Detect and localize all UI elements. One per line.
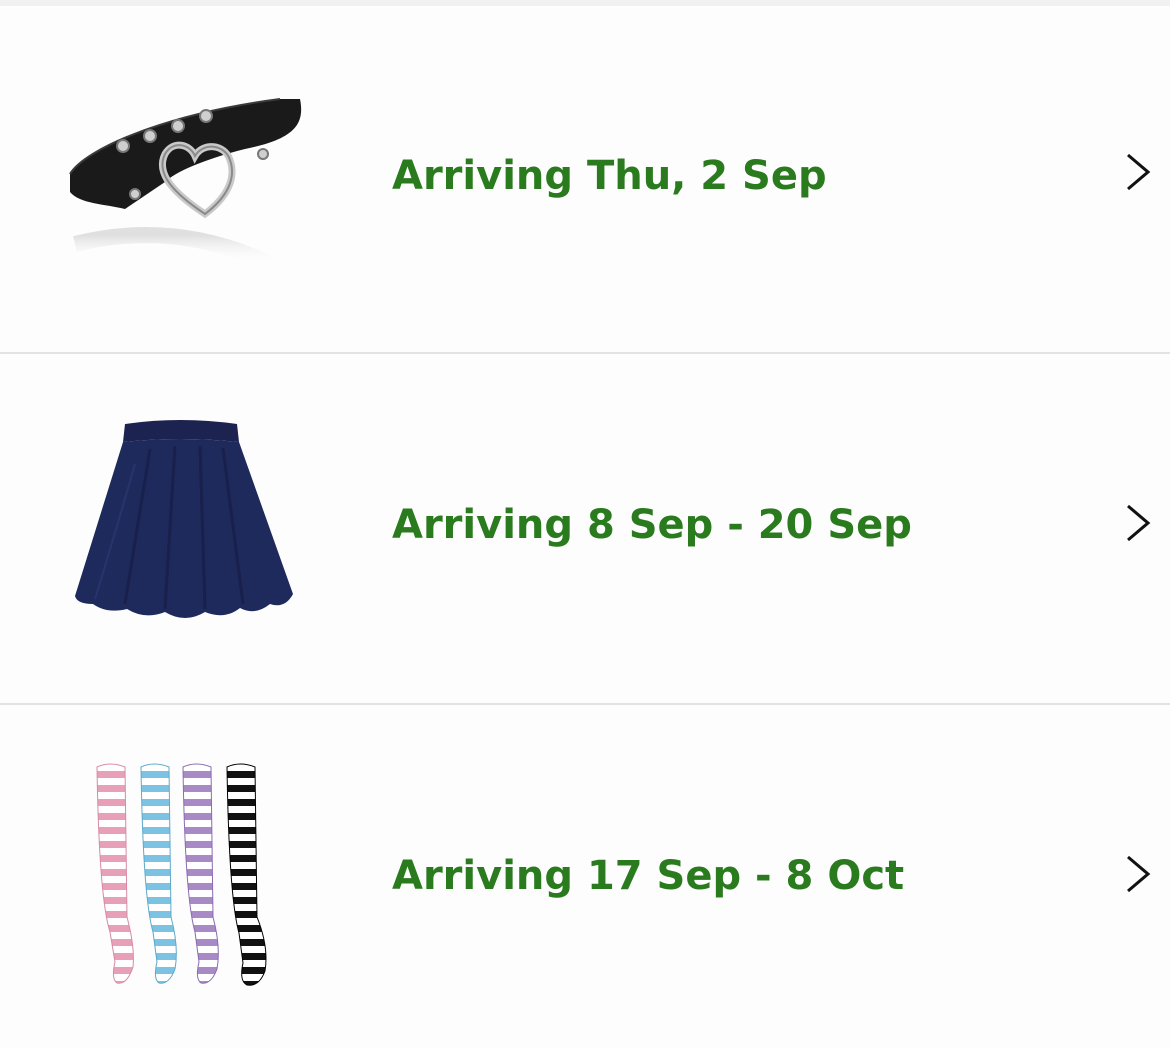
arrival-date-text: Arriving 17 Sep - 8 Oct (392, 853, 905, 899)
chevron-right-icon[interactable] (1120, 149, 1154, 195)
skirt-image (75, 420, 293, 618)
chevron-right-icon[interactable] (1120, 851, 1154, 897)
order-list: Arriving Thu, 2 Sep Arriving 8 Sep - 20 … (0, 6, 1170, 1048)
order-row-choker[interactable]: Arriving Thu, 2 Sep (0, 6, 1170, 352)
arrival-date-text: Arriving Thu, 2 Sep (392, 153, 827, 199)
striped-socks-image (96, 763, 267, 986)
choker-necklace-image (69, 98, 302, 272)
order-row-socks[interactable]: Arriving 17 Sep - 8 Oct (0, 705, 1170, 1048)
chevron-right-icon[interactable] (1120, 500, 1154, 546)
order-row-skirt[interactable]: Arriving 8 Sep - 20 Sep (0, 354, 1170, 703)
arrival-date-text: Arriving 8 Sep - 20 Sep (392, 502, 912, 548)
